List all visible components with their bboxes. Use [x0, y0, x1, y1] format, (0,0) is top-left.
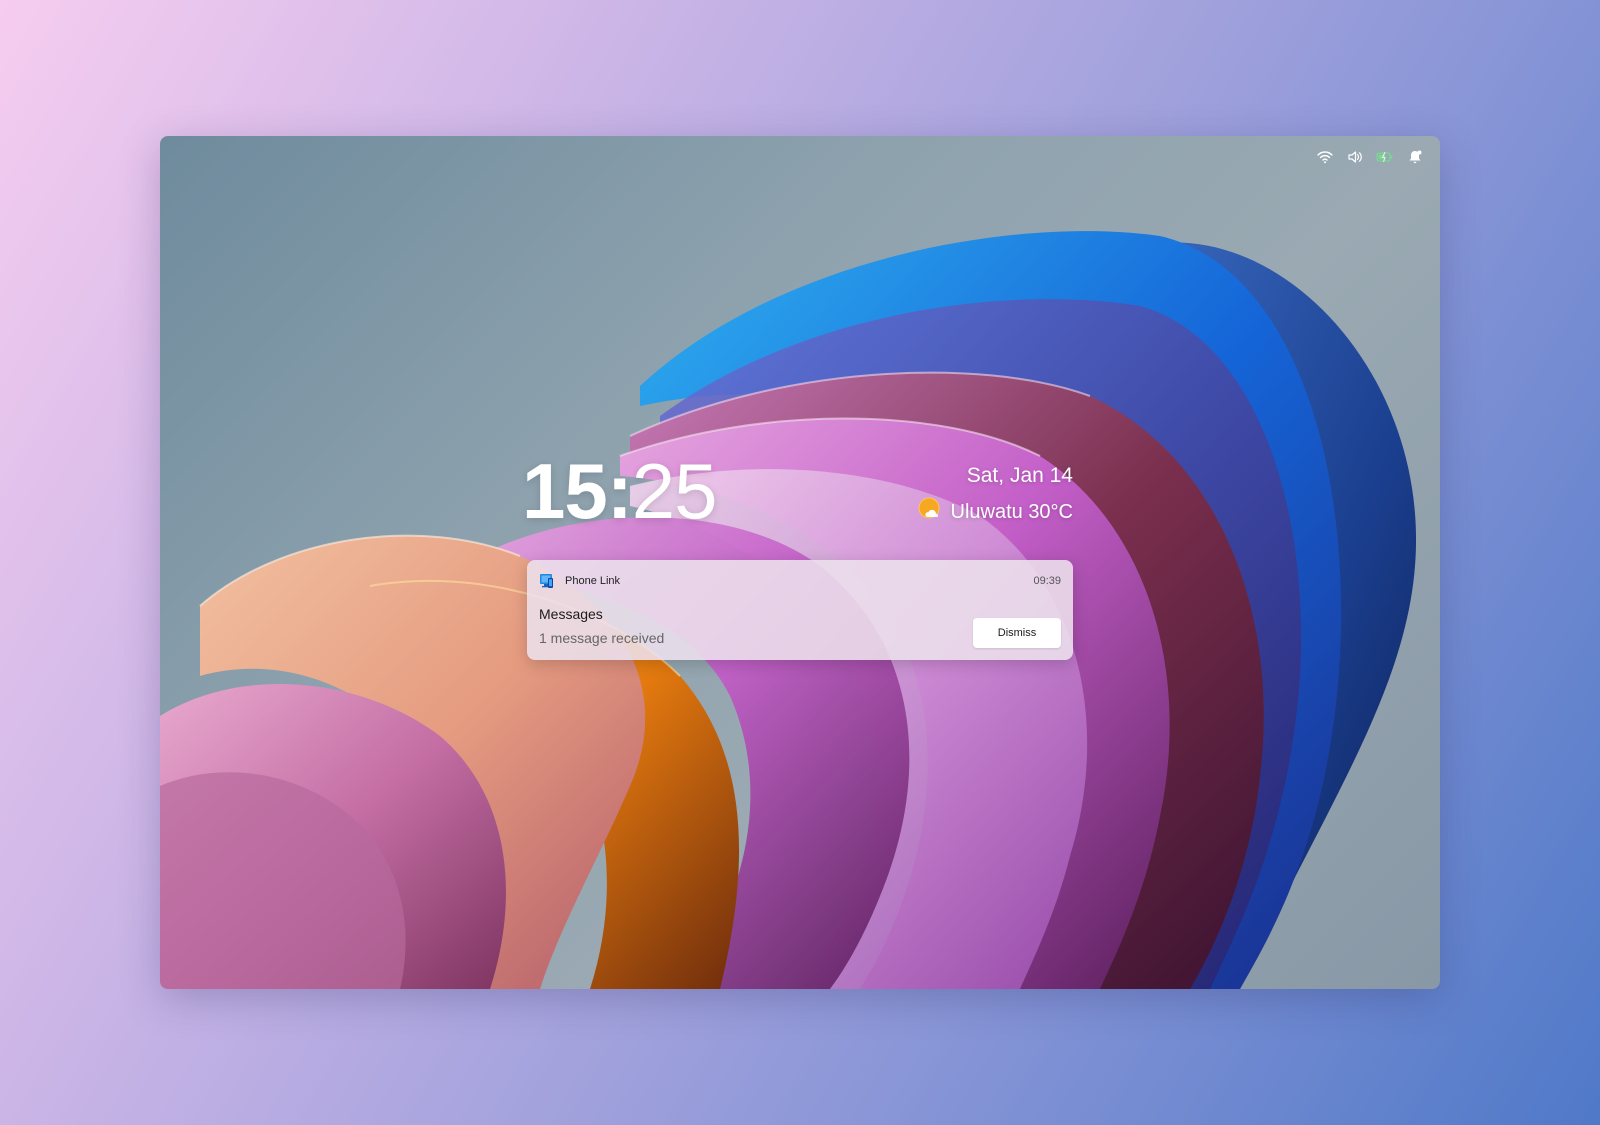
weather-widget[interactable]: Uluwatu 30°C [917, 496, 1074, 528]
phone-link-icon [539, 573, 555, 589]
notification-app-name: Phone Link [565, 575, 621, 587]
clock-minutes: 25 [631, 447, 718, 535]
lock-clock: 15:25 [522, 452, 718, 530]
notification-toast[interactable]: Phone Link 09:39 Messages 1 message rece… [527, 560, 1073, 660]
lock-date: Sat, Jan 14 [966, 464, 1073, 487]
notification-title: Messages [539, 606, 603, 622]
lock-screen: 15:25 Sat, Jan 14 Uluwatu 30°C Phone Lin… [160, 136, 1440, 989]
weather-text: Uluwatu 30°C [950, 500, 1074, 523]
notification-body: 1 message received [539, 630, 665, 646]
dismiss-button[interactable]: Dismiss [973, 618, 1061, 648]
notification-time: 09:39 [1033, 575, 1061, 587]
partly-cloudy-sun-icon [917, 496, 943, 528]
clock-separator: : [606, 447, 633, 535]
notification-header: Phone Link 09:39 [539, 573, 1061, 589]
battery-charging-icon[interactable] [1376, 148, 1394, 166]
wifi-icon[interactable] [1316, 148, 1334, 166]
volume-icon[interactable] [1346, 148, 1364, 166]
notification-bell-icon[interactable] [1406, 148, 1424, 166]
system-tray [1316, 148, 1424, 166]
clock-hours: 15 [522, 447, 608, 535]
